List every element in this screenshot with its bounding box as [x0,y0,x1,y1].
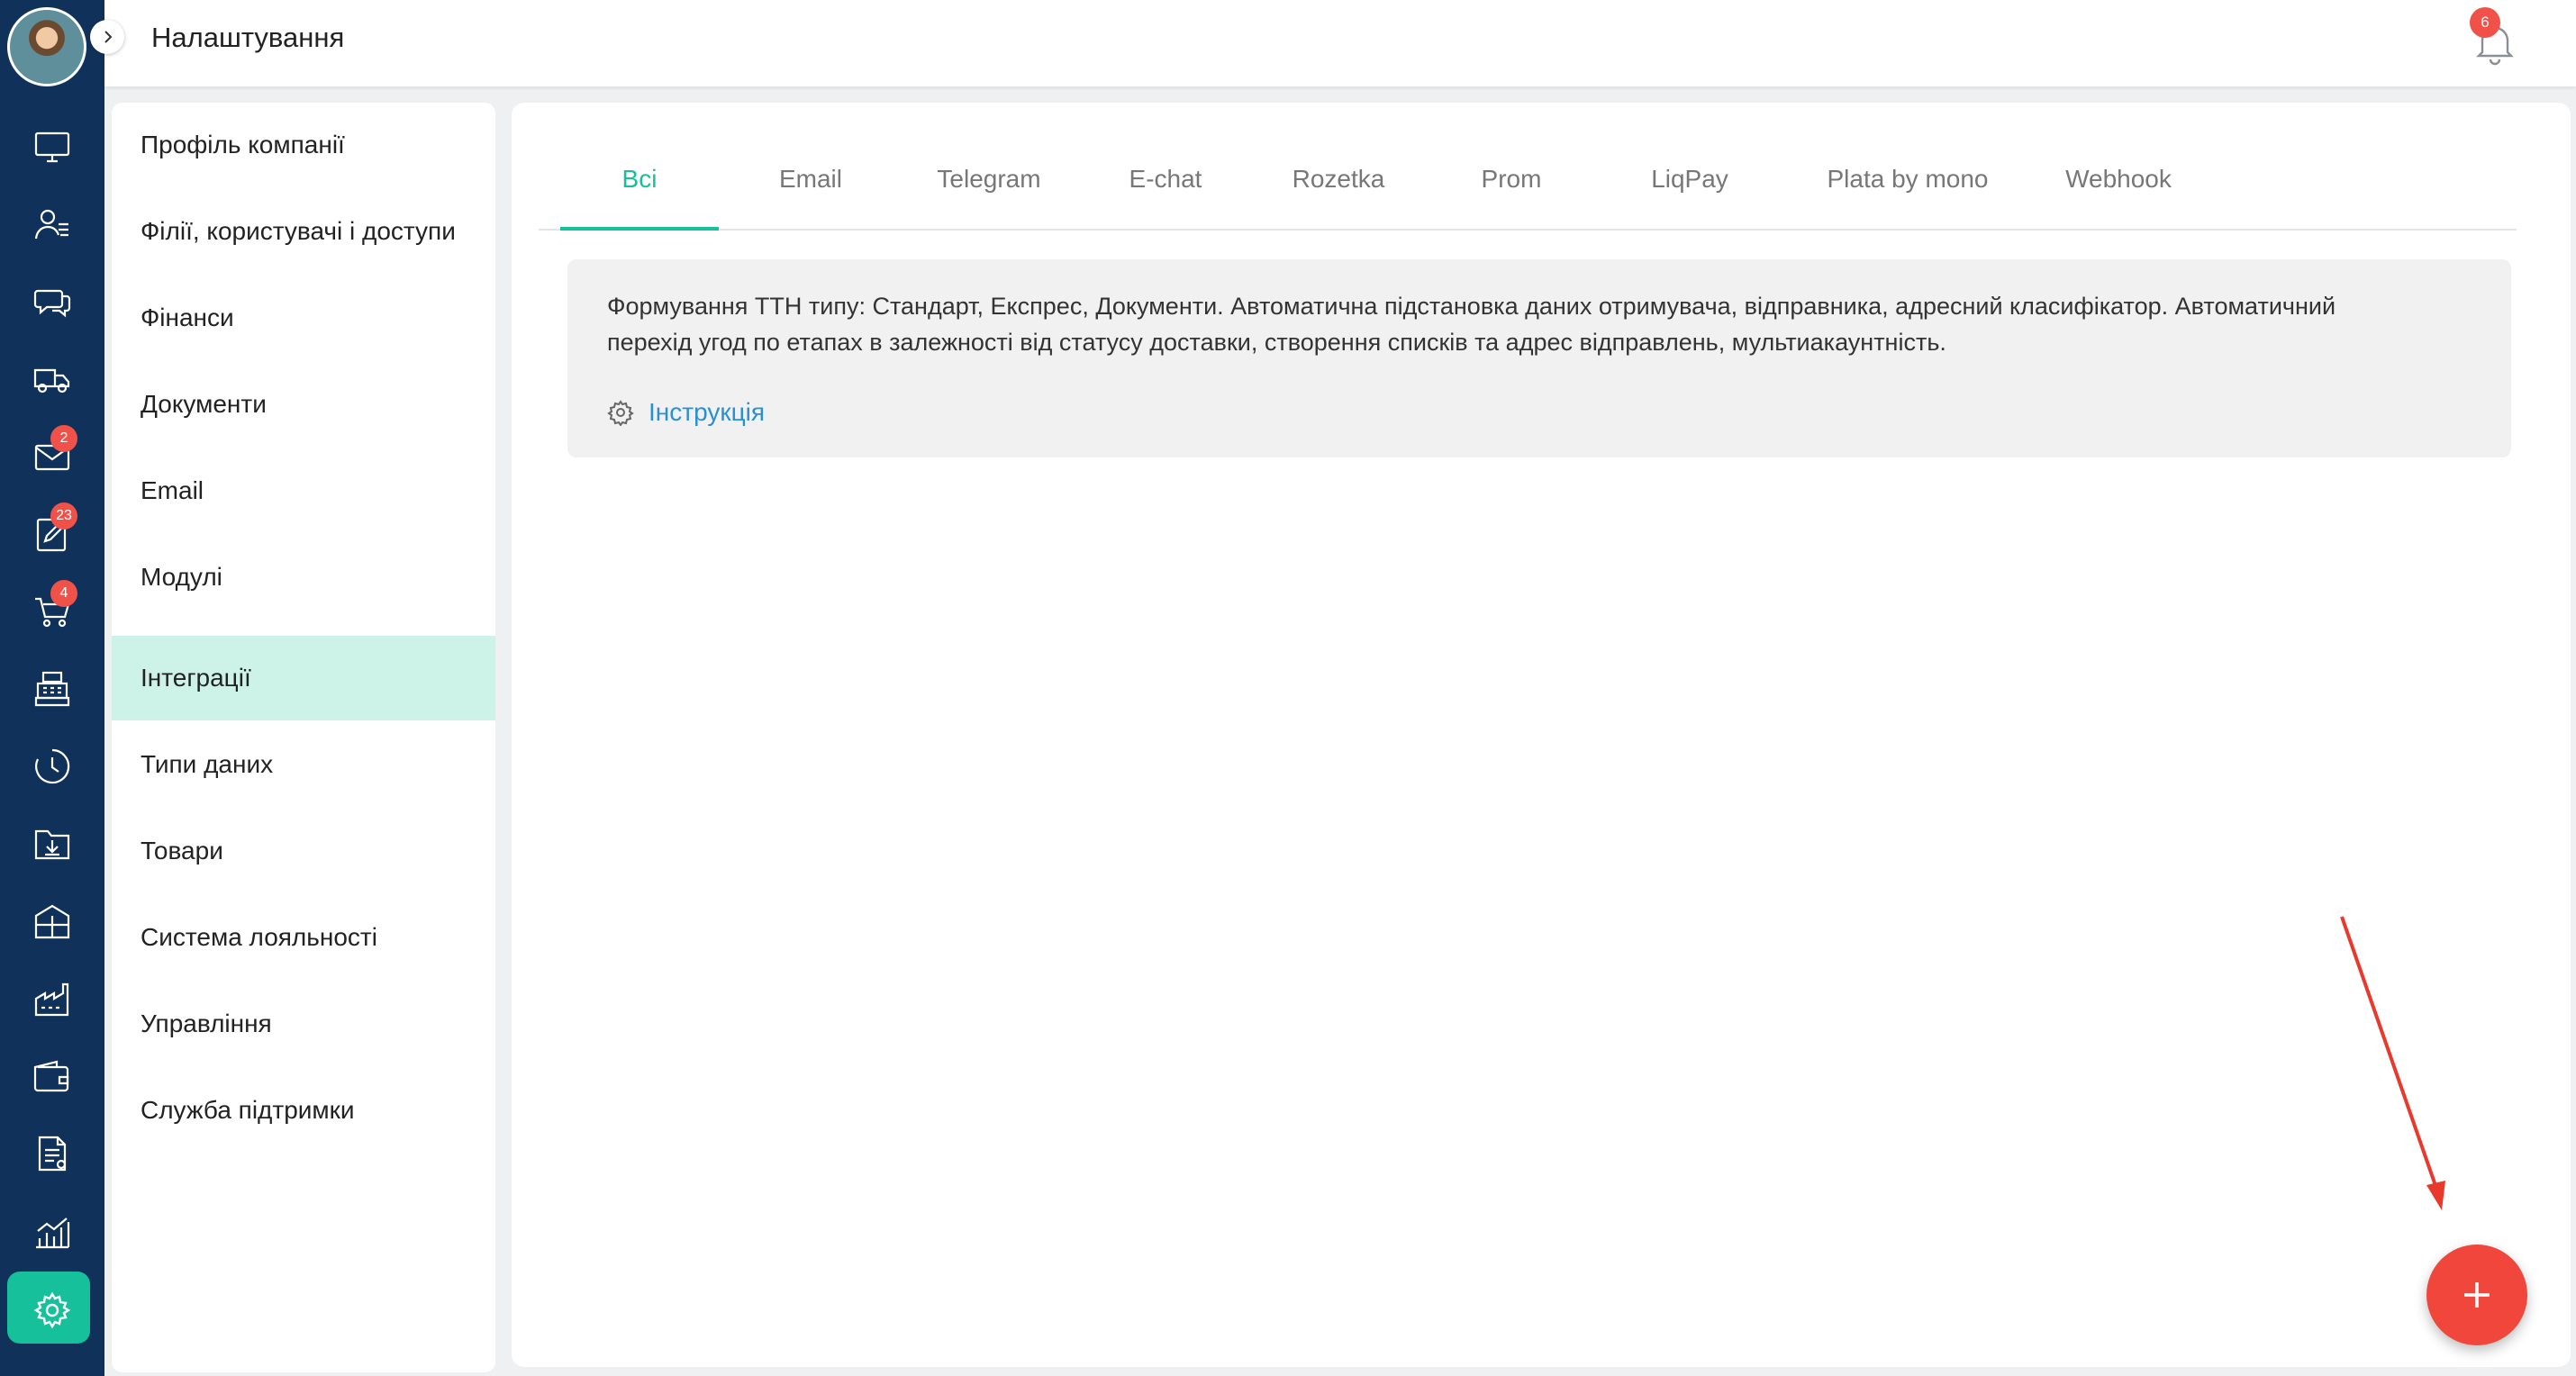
menu-item-email[interactable]: Email [112,448,495,533]
instruction-row[interactable]: Інструкція [607,398,765,427]
tab-webhook[interactable]: Webhook [2028,130,2209,229]
tab-rozetka[interactable]: Rozetka [1259,130,1418,229]
mail-icon[interactable]: 2 [0,418,104,495]
menu-item-documents[interactable]: Документи [112,362,495,447]
settings-icon[interactable] [0,1272,104,1349]
collapse-sidebar-button[interactable] [90,20,124,54]
nav-rail: 2 23 4 [0,0,104,1376]
description-line-1: Формування ТТН типу: Стандарт, Експрес, … [607,293,2336,320]
document-icon[interactable] [0,1115,104,1192]
menu-item-loyalty[interactable]: Система лояльності [112,895,495,980]
annotation-arrow-icon [2340,916,2445,1210]
analytics-icon[interactable] [0,1192,104,1270]
folder-download-icon[interactable] [0,805,104,883]
monitor-icon[interactable] [0,108,104,186]
tab-all[interactable]: Всі [560,130,719,231]
tab-telegram[interactable]: Telegram [910,130,1068,229]
settings-menu: Профіль компанії Філії, користувачі і до… [112,103,495,1372]
contacts-icon[interactable] [0,186,104,263]
chevron-right-icon [104,31,113,43]
delivery-truck-icon[interactable] [0,340,104,418]
tasks-icon[interactable]: 23 [0,495,104,573]
add-integration-button[interactable] [2426,1245,2527,1345]
tab-email[interactable]: Email [739,130,883,229]
top-header: Налаштування [104,0,2576,86]
description-line-2: перехід угод по етапах в залежності від … [607,329,1946,356]
menu-item-integrations[interactable]: Інтеграції [112,636,495,720]
plus-icon [2464,1282,2490,1308]
mail-badge: 2 [50,425,77,452]
warehouse-icon[interactable] [0,883,104,960]
menu-item-finance[interactable]: Фінанси [112,276,495,360]
menu-item-data-types[interactable]: Типи даних [112,722,495,807]
gear-icon [607,400,634,426]
integration-card: Формування ТТН типу: Стандарт, Експрес, … [567,259,2511,457]
tab-prom[interactable]: Prom [1439,130,1583,229]
menu-item-support[interactable]: Служба підтримки [112,1068,495,1153]
tab-e-chat[interactable]: E-chat [1093,130,1238,229]
tab-plata-by-mono[interactable]: Plata by mono [1792,130,2023,229]
menu-item-management[interactable]: Управління [112,982,495,1066]
menu-item-products[interactable]: Товари [112,809,495,893]
integration-description: Формування ТТН типу: Стандарт, Експрес, … [607,288,2481,360]
instruction-link[interactable]: Інструкція [649,398,765,427]
notifications-badge: 6 [2470,7,2500,38]
wallet-icon[interactable] [0,1037,104,1115]
cart-icon[interactable]: 4 [0,573,104,650]
integrations-panel: Всі Email Telegram E-chat Rozetka Prom L… [512,103,2571,1367]
cart-badge: 4 [50,580,77,607]
tab-liqpay[interactable]: LiqPay [1610,130,1769,229]
clock-icon[interactable] [0,728,104,805]
chat-icon[interactable] [0,263,104,340]
integration-tabs: Всі Email Telegram E-chat Rozetka Prom L… [539,130,2517,231]
tasks-badge: 23 [50,502,77,530]
cash-register-icon[interactable] [0,650,104,728]
user-avatar[interactable] [7,7,86,86]
page-title: Налаштування [151,22,345,53]
menu-item-branches-users-access[interactable]: Філії, користувачі і доступи [112,189,495,274]
factory-icon[interactable] [0,960,104,1037]
menu-item-company-profile[interactable]: Профіль компанії [112,103,495,187]
menu-item-modules[interactable]: Модулі [112,535,495,620]
